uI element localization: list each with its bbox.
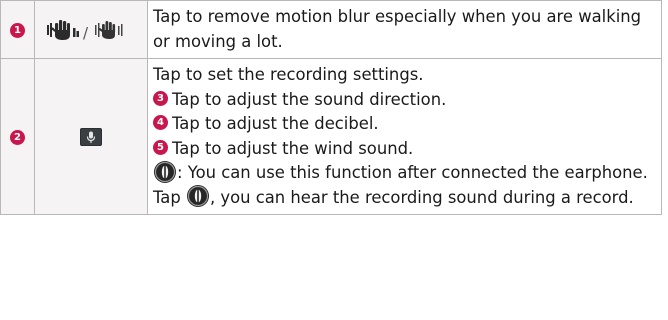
wind-sound-item: 5 Tap to adjust the wind sound. — [153, 137, 661, 162]
directional-audio-icon — [154, 160, 176, 183]
decibel-text: Tap to adjust the decibel. — [172, 114, 379, 133]
number-badge: 1 — [10, 23, 25, 38]
number-badge: 3 — [153, 90, 168, 106]
decibel-item: 4 Tap to adjust the decibel. — [153, 112, 661, 137]
icon-separator: / — [83, 24, 89, 41]
icon-cell — [34, 58, 148, 215]
description-text: Tap to remove motion blur especially whe… — [153, 7, 642, 51]
table-row: 2 Tap to set the recording settings. 3 Ta… — [0, 58, 662, 215]
feature-table: 1 / Tap to remove motion blur especially… — [0, 0, 662, 215]
microphone-icon — [80, 128, 102, 147]
sound-direction-text: Tap to adjust the sound direction. — [172, 89, 447, 109]
tap-directional-note: Tap , you can hear the recording sound d… — [153, 185, 661, 211]
row-number-cell: 2 — [0, 58, 35, 215]
description-cell: Tap to set the recording settings. 3 Tap … — [147, 58, 662, 215]
directional-audio-icon — [186, 185, 209, 207]
earphone-note: : You can use this function after connec… — [153, 160, 661, 186]
earphone-note-text: : You can use this function after connec… — [177, 163, 648, 182]
tap-prefix-text: Tap — [153, 187, 181, 207]
sound-direction-item: 3 Tap to adjust the sound direction. — [153, 88, 661, 113]
recording-settings-text: Tap to set the recording settings. — [153, 65, 424, 84]
wind-sound-text: Tap to adjust the wind sound. — [172, 138, 414, 158]
number-badge: 4 — [153, 115, 168, 130]
table-row: 1 / Tap to remove motion blur especially… — [0, 0, 662, 59]
tap-suffix-text: , you can hear the recording sound durin… — [209, 187, 634, 207]
number-badge: 5 — [153, 139, 168, 155]
row-number-cell: 1 — [0, 0, 35, 59]
steady-hand-icon: / — [47, 19, 123, 41]
icon-cell: / — [34, 0, 148, 59]
number-badge: 2 — [10, 130, 25, 145]
description-cell: Tap to remove motion blur especially whe… — [147, 0, 662, 59]
